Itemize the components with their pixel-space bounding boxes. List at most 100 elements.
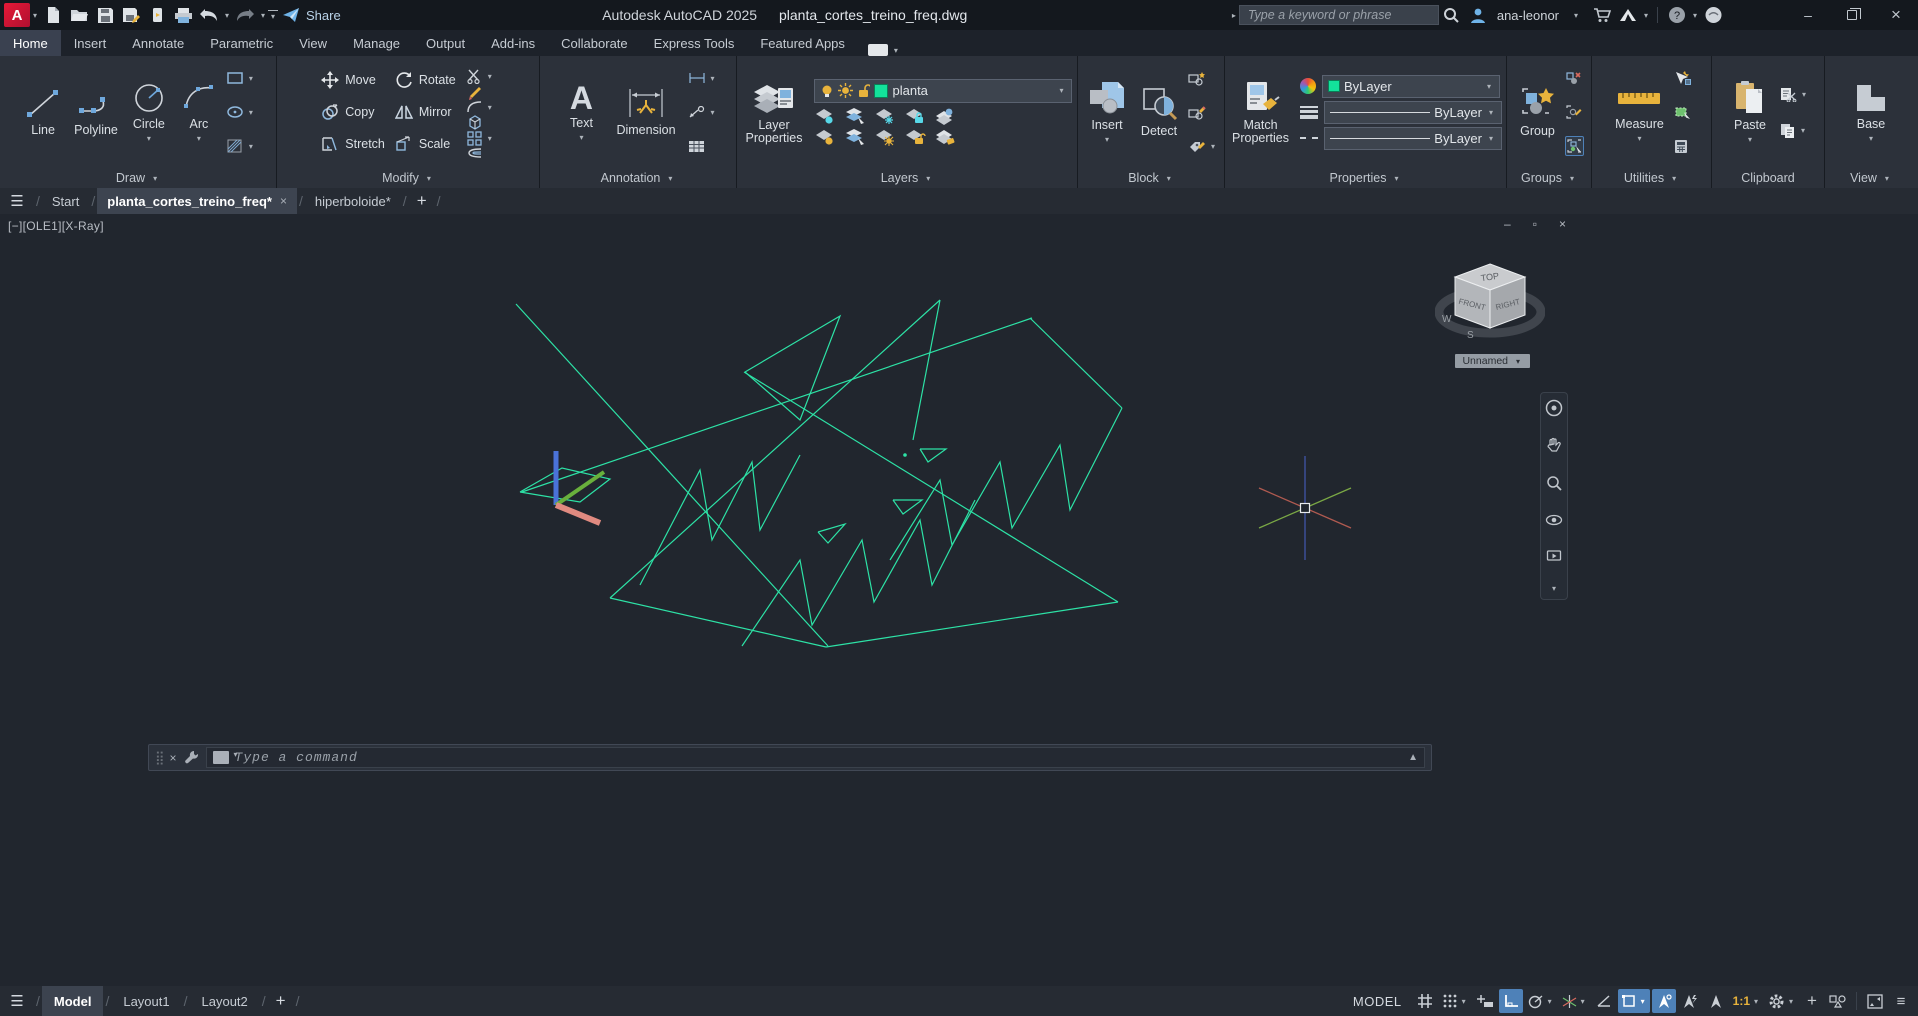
signed-in-user[interactable]: ana-leonor <box>1497 8 1559 23</box>
edit-attributes-button[interactable]: ▾ <box>1188 136 1218 156</box>
rectangle-caret-icon[interactable]: ▾ <box>246 74 256 83</box>
edit-block-button[interactable] <box>1188 102 1218 122</box>
panel-label-view[interactable]: View ▾ <box>1825 168 1917 188</box>
wireframe-drawing[interactable] <box>0 214 1918 986</box>
array-caret-icon[interactable]: ▾ <box>485 134 495 143</box>
layer-thaw-all-button[interactable] <box>874 128 896 146</box>
annotation-scale-icon-button[interactable] <box>1704 989 1728 1013</box>
panel-label-utilities[interactable]: Utilities ▾ <box>1592 168 1711 188</box>
object-snap-toggle[interactable]: ▾ <box>1617 989 1650 1013</box>
line-button[interactable]: Line <box>20 85 66 139</box>
minimize-button[interactable]: – <box>1786 1 1830 29</box>
rectangle-tool-button[interactable]: ▾ <box>226 68 256 88</box>
polar-tracking-toggle[interactable]: ▾ <box>1525 989 1557 1013</box>
text-button[interactable]: A Text ▾ <box>558 80 604 144</box>
copy-button[interactable]: Copy <box>321 99 385 125</box>
insert-caret-icon[interactable]: ▾ <box>1102 135 1112 144</box>
new-drawing-tab-button[interactable]: + <box>409 191 435 211</box>
model-tab[interactable]: Model <box>41 986 104 1016</box>
scale-button[interactable]: Scale <box>395 131 456 157</box>
layer-isolate-button[interactable] <box>844 107 866 125</box>
panel-label-modify[interactable]: Modify ▾ <box>277 168 539 188</box>
layer-on-bulb-icon[interactable] <box>820 84 834 98</box>
tab-output[interactable]: Output <box>413 30 478 56</box>
close-tab-icon[interactable]: × <box>280 194 287 208</box>
base-caret-icon[interactable]: ▾ <box>1866 134 1876 143</box>
isometric-drafting-toggle[interactable]: ▾ <box>1559 989 1590 1013</box>
command-grip-icon[interactable]: ⣿ <box>155 750 164 766</box>
close-button[interactable]: × <box>1874 1 1918 29</box>
layer-color-swatch[interactable] <box>874 83 889 98</box>
group-button[interactable]: Group <box>1515 84 1561 140</box>
insert-block-button[interactable]: Insert ▾ <box>1084 78 1130 146</box>
trim-button[interactable]: ▾ <box>466 68 495 84</box>
circle-caret-icon[interactable]: ▾ <box>144 134 154 143</box>
isodraft-caret-icon[interactable]: ▾ <box>1579 997 1587 1006</box>
undo-caret-icon[interactable]: ▾ <box>222 11 232 20</box>
command-history-up-icon[interactable]: ▲ <box>1408 752 1418 763</box>
undo-icon[interactable] <box>196 3 222 27</box>
tab-home[interactable]: Home <box>0 30 61 56</box>
dimension-button[interactable]: Dimension <box>612 85 679 139</box>
quick-select-button[interactable] <box>1674 68 1692 88</box>
new-layout-button[interactable]: + <box>268 991 294 1011</box>
panel-label-clipboard[interactable]: Clipboard <box>1712 168 1824 188</box>
command-line-bar[interactable]: ⣿ × ▲ <box>148 744 1432 771</box>
panel-label-groups[interactable]: Groups ▾ <box>1507 168 1591 188</box>
circle-button[interactable]: Circle ▾ <box>126 79 172 145</box>
isolate-objects-button[interactable] <box>1826 989 1850 1013</box>
paste-button[interactable]: Paste ▾ <box>1727 78 1773 146</box>
linear-dimension-button[interactable]: ▾ <box>688 68 718 88</box>
tab-parametric[interactable]: Parametric <box>197 30 286 56</box>
make-current-layer-button[interactable] <box>934 107 956 125</box>
polyline-button[interactable]: Polyline <box>70 85 122 139</box>
layer-unlock-tool-button[interactable] <box>904 128 927 146</box>
ribbon-display-options[interactable]: ▾ <box>867 44 901 56</box>
workspace-switching-button[interactable]: ▾ <box>1765 989 1798 1013</box>
layer-select-combo[interactable]: planta ▾ <box>814 78 1073 103</box>
ungroup-button[interactable] <box>1565 68 1584 88</box>
paste-caret-icon[interactable]: ▾ <box>1745 135 1755 144</box>
base-button[interactable]: Base ▾ <box>1848 79 1894 145</box>
search-expand-icon[interactable]: ▸ <box>1229 11 1239 20</box>
annotation-scale-value[interactable]: 1:1 ▾ <box>1730 989 1763 1013</box>
grid-display-toggle[interactable] <box>1413 989 1437 1013</box>
drawing-canvas[interactable]: [−][OLE1][X-Ray] – ▫ × W S TOP FRONT RIG… <box>0 214 1918 986</box>
layer-unlock-icon[interactable] <box>857 83 871 98</box>
redo-icon[interactable] <box>232 3 258 27</box>
viewport-controls-label[interactable]: [−][OLE1][X-Ray] <box>8 219 104 233</box>
ellipse-caret-icon[interactable]: ▾ <box>246 108 256 117</box>
orbit-icon[interactable] <box>1545 512 1563 528</box>
copy-clip-caret-icon[interactable]: ▾ <box>1798 126 1808 135</box>
erase-button[interactable] <box>466 84 495 100</box>
panel-label-properties[interactable]: Properties ▾ <box>1225 168 1506 188</box>
rotate-button[interactable]: Rotate <box>395 67 456 93</box>
arc-caret-icon[interactable]: ▾ <box>194 134 204 143</box>
layer-tag-button[interactable] <box>934 128 956 146</box>
move-button[interactable]: Move <box>321 67 385 93</box>
customize-quick-access-icon[interactable]: ▾ <box>268 9 278 21</box>
object-snap-tracking-toggle[interactable] <box>1592 989 1616 1013</box>
navbar-caret-icon[interactable]: ▾ <box>1549 584 1559 593</box>
array-button[interactable]: ▾ <box>466 130 495 146</box>
save-as-icon[interactable] <box>118 3 144 27</box>
customize-statusbar-button[interactable]: ≡ <box>1889 989 1913 1013</box>
share-label[interactable]: Share <box>306 8 341 23</box>
layout2-tab[interactable]: Layout2 <box>190 986 260 1016</box>
autocad-app-icon[interactable]: A <box>4 3 30 27</box>
redo-caret-icon[interactable]: ▾ <box>258 11 268 20</box>
copy-clip-button[interactable]: ▾ <box>1779 120 1809 140</box>
scale-caret-icon[interactable]: ▾ <box>1752 997 1760 1006</box>
table-button[interactable] <box>688 136 718 156</box>
file-tabs-menu-icon[interactable]: ☰ <box>0 192 34 210</box>
app-menu-caret-icon[interactable]: ▾ <box>30 11 40 20</box>
layout1-tab[interactable]: Layout1 <box>111 986 181 1016</box>
select-similar-button[interactable] <box>1674 102 1692 122</box>
feedback-icon[interactable] <box>1700 3 1726 27</box>
panel-label-layers[interactable]: Layers ▾ <box>737 168 1077 188</box>
cut-caret-icon[interactable]: ▾ <box>1799 90 1809 99</box>
share-plane-icon[interactable] <box>278 3 304 27</box>
annotation-monitor-button[interactable]: + <box>1800 989 1824 1013</box>
search-icon[interactable] <box>1439 3 1465 27</box>
panel-label-block[interactable]: Block ▾ <box>1078 168 1224 188</box>
